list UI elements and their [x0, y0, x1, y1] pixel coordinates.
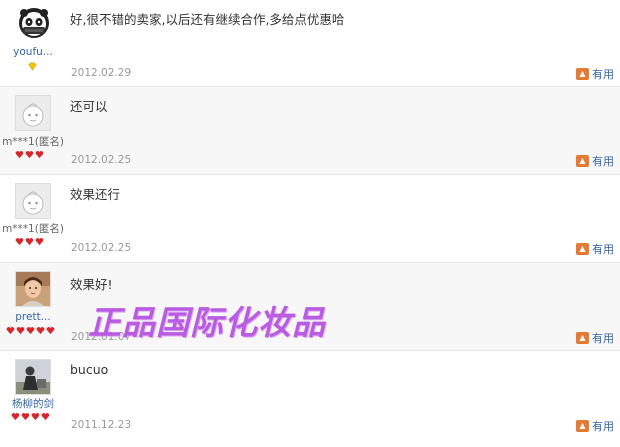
useful-button[interactable]: ▲ 有用 [576, 330, 614, 346]
thumb-up-icon: ▲ [576, 243, 589, 255]
watermark-text: 正品国际化妆品 [88, 303, 326, 342]
review-username: m***1(匿名) [2, 223, 64, 235]
red-heart-icon [16, 327, 25, 335]
thumb-up-icon: ▲ [576, 155, 589, 167]
useful-label: 有用 [592, 332, 614, 345]
thumb-up-icon: ▲ [576, 420, 589, 432]
red-heart-icon [6, 327, 15, 335]
red-heart-icon [36, 327, 45, 335]
useful-button[interactable]: ▲ 有用 [576, 241, 614, 257]
review-date: 2011.12.23 [71, 419, 132, 431]
review-content: bucuo [70, 362, 109, 377]
default-avatar-icon [16, 96, 50, 130]
useful-button[interactable]: ▲ 有用 [576, 418, 614, 434]
default-avatar-icon [16, 184, 50, 218]
red-heart-icon [25, 238, 34, 246]
buyer-rank-badge [15, 150, 44, 160]
red-heart-icon [15, 151, 24, 159]
red-heart-icon [41, 413, 50, 421]
buyer-rank-badge [11, 412, 50, 422]
review-username[interactable]: prett... [0, 311, 66, 323]
red-heart-icon [35, 238, 44, 246]
review-date: 2012.02.25 [71, 154, 132, 166]
review-date: 2012.02.29 [71, 67, 132, 79]
review-item: m***1(匿名) 效果还行 2012.02.25 ▲ 有用 [0, 175, 620, 263]
buyer-rank-badge [6, 326, 55, 336]
red-heart-icon [25, 151, 34, 159]
thumb-up-icon: ▲ [576, 68, 589, 80]
review-content: 效果好! [70, 277, 113, 292]
yellow-diamond-icon [28, 62, 37, 71]
useful-label: 有用 [592, 243, 614, 256]
review-content: 效果还行 [70, 187, 121, 202]
photo-avatar-icon [16, 360, 50, 394]
red-heart-icon [35, 151, 44, 159]
red-heart-icon [31, 413, 40, 421]
useful-label: 有用 [592, 68, 614, 81]
red-heart-icon [11, 413, 20, 421]
thumb-up-icon: ▲ [576, 332, 589, 344]
review-content: 好,很不错的卖家,以后还有继续合作,多给点优惠哈 [70, 12, 345, 27]
review-item: youfu... 好,很不错的卖家,以后还有继续合作,多给点优惠哈 2012.0… [0, 0, 620, 87]
user-avatar[interactable] [15, 271, 51, 307]
red-heart-icon [15, 238, 24, 246]
red-heart-icon [46, 327, 55, 335]
photo-avatar-icon [16, 272, 50, 306]
red-heart-icon [26, 327, 35, 335]
review-item: m***1(匿名) 还可以 2012.02.25 ▲ 有用 [0, 87, 620, 175]
buyer-rank-badge [15, 237, 44, 247]
review-item: 杨柳的剑 bucuo 2011.12.23 ▲ 有用 [0, 351, 620, 447]
user-avatar[interactable] [16, 5, 52, 41]
red-heart-icon [21, 413, 30, 421]
panda-avatar-icon [19, 8, 49, 38]
review-username[interactable]: youfu... [0, 46, 66, 58]
buyer-rank-badge [28, 62, 37, 72]
review-username: m***1(匿名) [2, 136, 64, 148]
useful-button[interactable]: ▲ 有用 [576, 153, 614, 169]
user-avatar[interactable] [15, 183, 51, 219]
useful-label: 有用 [592, 155, 614, 168]
user-avatar[interactable] [15, 359, 51, 395]
useful-label: 有用 [592, 420, 614, 433]
useful-button[interactable]: ▲ 有用 [576, 66, 614, 82]
review-date: 2012.02.25 [71, 242, 132, 254]
user-avatar[interactable] [15, 95, 51, 131]
review-username[interactable]: 杨柳的剑 [0, 396, 66, 411]
review-content: 还可以 [70, 99, 108, 114]
